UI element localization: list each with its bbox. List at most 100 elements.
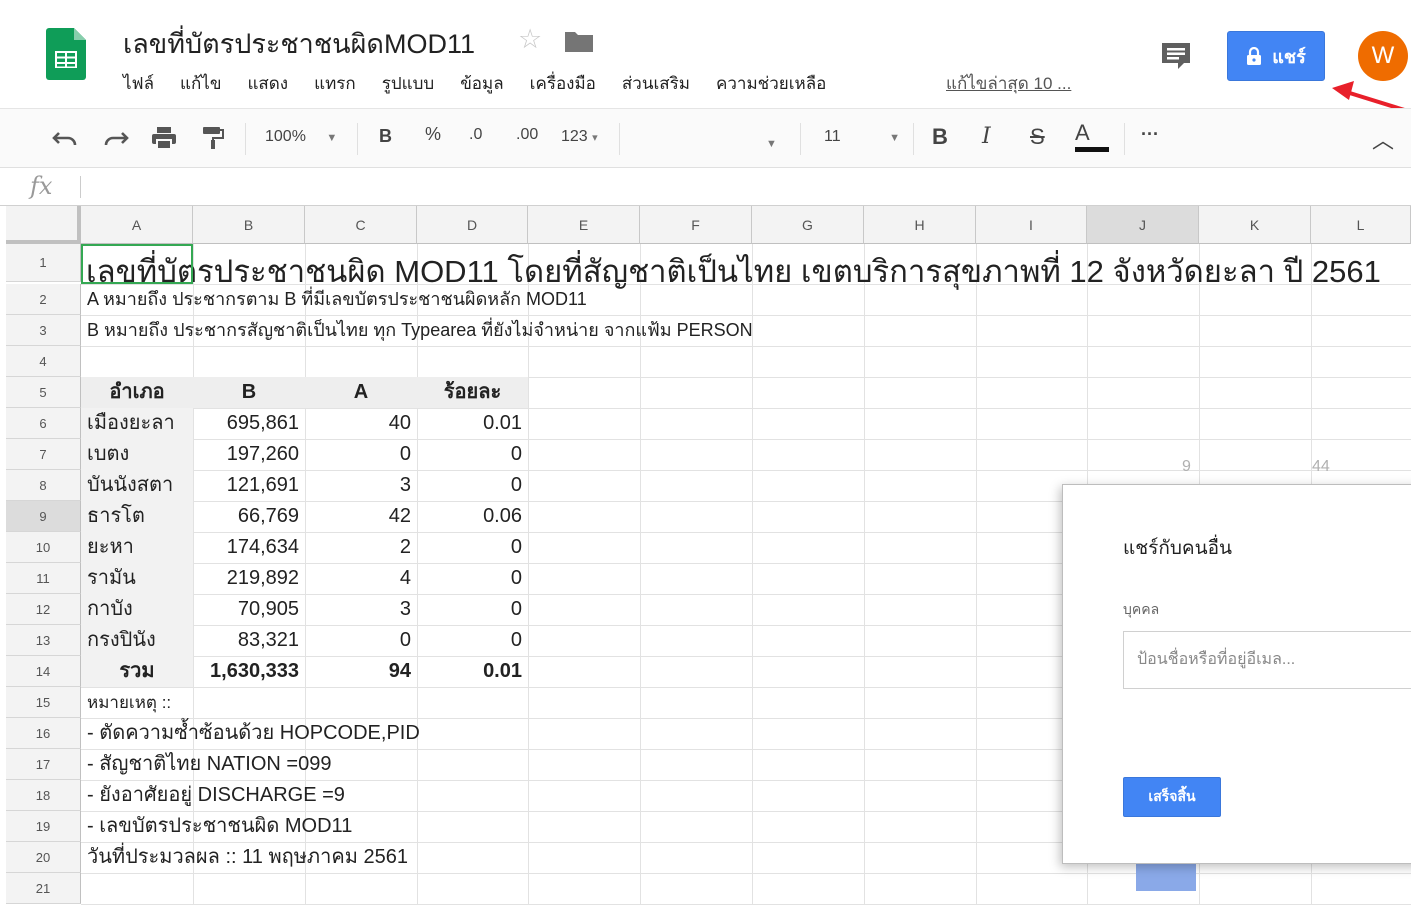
total-a[interactable]: 94 — [305, 656, 417, 687]
table-cell-district[interactable]: ธารโต — [81, 501, 193, 532]
table-cell-b[interactable]: 70,905 — [193, 594, 305, 625]
column-header-k[interactable]: K — [1199, 206, 1311, 244]
table-cell-b[interactable]: 121,691 — [193, 470, 305, 501]
italic-button[interactable]: I — [982, 124, 991, 149]
row-header-18[interactable]: 18 — [6, 780, 81, 811]
chevron-up-icon[interactable]: ︿ — [1372, 123, 1394, 155]
table-cell-percent[interactable]: 0 — [417, 470, 528, 501]
menu-edit[interactable]: แก้ไข — [180, 70, 221, 97]
table-cell-percent[interactable]: 0 — [417, 532, 528, 563]
folder-icon[interactable] — [565, 30, 593, 52]
table-cell-a[interactable]: 0 — [305, 439, 417, 470]
total-b[interactable]: 1,630,333 — [193, 656, 305, 687]
menu-help[interactable]: ความช่วยเหลือ — [716, 70, 826, 97]
text-color-button[interactable]: A — [1075, 120, 1109, 152]
table-cell-a[interactable]: 40 — [305, 408, 417, 439]
row-header-6[interactable]: 6 — [6, 408, 81, 439]
row-header-20[interactable]: 20 — [6, 842, 81, 873]
row-header-9[interactable]: 9 — [6, 501, 81, 532]
bold-text-button[interactable]: B — [932, 124, 948, 150]
increase-decimal-button[interactable]: .00 — [516, 126, 538, 144]
font-family-select[interactable]: ▼ — [766, 131, 777, 152]
row-header-12[interactable]: 12 — [6, 594, 81, 625]
row-header-13[interactable]: 13 — [6, 625, 81, 656]
table-cell-percent[interactable]: 0 — [417, 439, 528, 470]
avatar[interactable]: W — [1358, 31, 1408, 81]
table-cell-percent[interactable]: 0 — [417, 563, 528, 594]
undo-icon[interactable] — [52, 129, 78, 149]
row-header-19[interactable]: 19 — [6, 811, 81, 842]
strikethrough-button[interactable]: S — [1030, 124, 1045, 150]
row-header-5[interactable]: 5 — [6, 377, 81, 408]
column-header-j[interactable]: J — [1087, 206, 1199, 244]
column-header-l[interactable]: L — [1311, 206, 1411, 244]
table-header-percent[interactable]: ร้อยละ — [417, 377, 528, 408]
decrease-decimal-button[interactable]: .0 — [469, 126, 482, 144]
menu-insert[interactable]: แทรก — [314, 70, 356, 97]
font-size-select[interactable]: 11 ▼ — [824, 128, 900, 146]
column-header-a[interactable]: A — [81, 206, 193, 244]
column-header-h[interactable]: H — [864, 206, 976, 244]
sheets-logo-icon[interactable] — [46, 28, 86, 80]
paint-format-icon[interactable] — [202, 126, 224, 150]
note-b[interactable]: B หมายถึง ประชากรสัญชาติเป็นไทย ทุก Type… — [81, 315, 759, 346]
table-cell-b[interactable]: 219,892 — [193, 563, 305, 594]
table-cell-percent[interactable]: 0.06 — [417, 501, 528, 532]
row-header-10[interactable]: 10 — [6, 532, 81, 563]
done-button[interactable]: เสร็จสิ้น — [1123, 777, 1221, 817]
bold-button[interactable]: B — [379, 126, 392, 147]
select-all-corner[interactable] — [6, 206, 81, 244]
table-cell-b[interactable]: 695,861 — [193, 408, 305, 439]
comment-icon[interactable] — [1160, 40, 1192, 72]
share-button[interactable]: แชร์ — [1227, 31, 1325, 81]
menu-view[interactable]: แสดง — [247, 70, 288, 97]
number-format-select[interactable]: 123 ▾ — [561, 128, 598, 146]
row-header-1[interactable]: 1 — [6, 244, 81, 282]
last-edit-link[interactable]: แก้ไขล่าสุด 10 ... — [946, 70, 1071, 97]
table-cell-a[interactable]: 0 — [305, 625, 417, 656]
menu-file[interactable]: ไฟล์ — [123, 70, 154, 97]
menu-format[interactable]: รูปแบบ — [382, 70, 434, 97]
table-cell-district[interactable]: ยะหา — [81, 532, 193, 563]
document-title[interactable]: เลขที่บัตรประชาชนผิดMOD11 — [123, 22, 475, 65]
remark-line[interactable]: - ยังอาศัยอยู่ DISCHARGE =9 — [81, 780, 351, 811]
table-cell-district[interactable]: บันนังสตา — [81, 470, 193, 501]
column-header-g[interactable]: G — [752, 206, 864, 244]
total-label[interactable]: รวม — [81, 656, 193, 687]
menu-data[interactable]: ข้อมูล — [460, 70, 503, 97]
row-header-17[interactable]: 17 — [6, 749, 81, 780]
table-cell-b[interactable]: 66,769 — [193, 501, 305, 532]
table-cell-a[interactable]: 3 — [305, 594, 417, 625]
row-header-3[interactable]: 3 — [6, 315, 81, 346]
row-header-2[interactable]: 2 — [6, 284, 81, 315]
row-header-4[interactable]: 4 — [6, 346, 81, 377]
more-options-button[interactable]: ··· — [1141, 124, 1159, 145]
row-header-8[interactable]: 8 — [6, 470, 81, 501]
row-header-21[interactable]: 21 — [6, 873, 81, 904]
menu-addons[interactable]: ส่วนเสริม — [622, 70, 690, 97]
total-percent[interactable]: 0.01 — [417, 656, 528, 687]
table-cell-b[interactable]: 197,260 — [193, 439, 305, 470]
row-header-16[interactable]: 16 — [6, 718, 81, 749]
table-cell-a[interactable]: 4 — [305, 563, 417, 594]
table-cell-a[interactable]: 3 — [305, 470, 417, 501]
table-cell-district[interactable]: เบตง — [81, 439, 193, 470]
column-header-f[interactable]: F — [640, 206, 752, 244]
percent-format-button[interactable]: % — [425, 124, 441, 145]
table-cell-percent[interactable]: 0 — [417, 594, 528, 625]
column-header-b[interactable]: B — [193, 206, 305, 244]
row-header-14[interactable]: 14 — [6, 656, 81, 687]
table-cell-percent[interactable]: 0.01 — [417, 408, 528, 439]
menu-tools[interactable]: เครื่องมือ — [530, 70, 596, 97]
table-cell-percent[interactable]: 0 — [417, 625, 528, 656]
column-header-c[interactable]: C — [305, 206, 417, 244]
column-header-i[interactable]: I — [976, 206, 1087, 244]
row-header-15[interactable]: 15 — [6, 687, 81, 718]
table-cell-district[interactable]: กาบัง — [81, 594, 193, 625]
table-cell-district[interactable]: รามัน — [81, 563, 193, 594]
table-cell-district[interactable]: เมืองยะลา — [81, 408, 193, 439]
table-cell-b[interactable]: 83,321 — [193, 625, 305, 656]
zoom-select[interactable]: 100% ▼ — [265, 128, 337, 146]
remark-line[interactable]: - ตัดความซ้ำซ้อนด้วย HOPCODE,PID — [81, 718, 426, 749]
table-cell-a[interactable]: 42 — [305, 501, 417, 532]
